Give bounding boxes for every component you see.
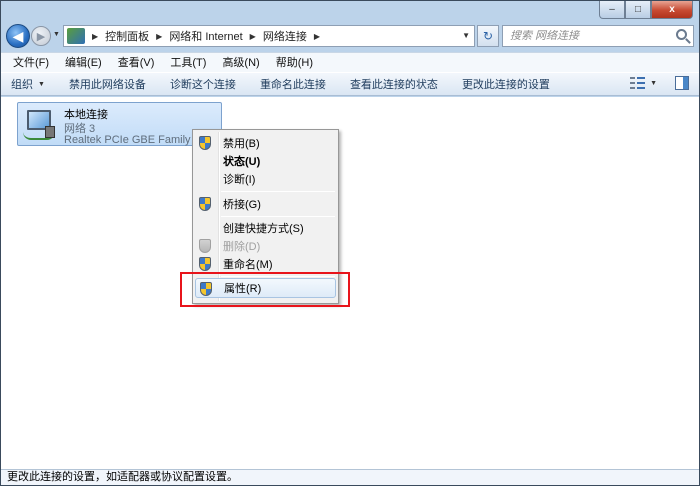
menu-advanced[interactable]: 高级(N) — [214, 53, 267, 73]
uac-shield-icon — [199, 136, 211, 150]
maximize-button[interactable]: □ — [625, 1, 651, 19]
connections-list: 本地连接 网络 3 Realtek PCIe GBE Family Contro… — [1, 97, 699, 469]
change-settings-button[interactable]: 更改此连接的设置 — [462, 76, 550, 92]
menu-help[interactable]: 帮助(H) — [268, 53, 321, 73]
ctx-rename-label: 重命名(M) — [223, 259, 273, 271]
refresh-icon: ↻ — [482, 29, 494, 43]
breadcrumb-control-panel[interactable]: 控制面板 — [105, 28, 149, 44]
organize-label: 组织 — [11, 79, 33, 91]
ctx-status-label: 状态(U) — [223, 156, 261, 168]
view-controls: ▼ — [630, 76, 689, 90]
forward-button[interactable]: ▶ — [31, 26, 51, 46]
ctx-disable-label: 禁用(B) — [223, 138, 260, 150]
ctx-separator — [221, 216, 335, 217]
breadcrumb-chevron-icon[interactable]: ▶ — [156, 32, 162, 41]
breadcrumb-chevron-icon[interactable]: ▶ — [92, 32, 98, 41]
menu-view[interactable]: 查看(V) — [110, 53, 163, 73]
preview-pane-icon[interactable] — [675, 76, 689, 90]
address-row: ◀ ▶ ▼ ▶ 控制面板 ▶ 网络和 Internet ▶ 网络连接 ▶ ▼ ↻ — [1, 21, 699, 51]
search-icon[interactable] — [676, 29, 687, 40]
disable-device-button[interactable]: 禁用此网络设备 — [69, 76, 146, 92]
breadcrumb-network-connections[interactable]: 网络连接 — [263, 28, 307, 44]
back-arrow-icon: ◀ — [12, 27, 24, 44]
minimize-button[interactable]: – — [599, 1, 625, 19]
rename-connection-button[interactable]: 重命名此连接 — [260, 76, 326, 92]
refresh-button[interactable]: ↻ — [477, 25, 499, 47]
control-panel-icon — [67, 28, 85, 44]
ctx-disable[interactable]: 禁用(B) — [195, 133, 336, 153]
ctx-delete-label: 删除(D) — [223, 241, 261, 253]
status-bar: 更改此连接的设置，如适配器或协议配置设置。 — [1, 469, 699, 485]
ctx-bridge[interactable]: 桥接(G) — [195, 194, 336, 214]
close-button[interactable]: x — [651, 1, 693, 19]
ctx-rename[interactable]: 重命名(M) — [195, 254, 336, 274]
menu-bar: 文件(F) 编辑(E) 查看(V) 工具(T) 高级(N) 帮助(H) — [1, 52, 699, 72]
ctx-diagnose-label: 诊断(I) — [223, 174, 256, 186]
search-input[interactable] — [510, 30, 676, 42]
menu-file[interactable]: 文件(F) — [5, 53, 57, 73]
window-controls: – □ x — [599, 1, 693, 19]
breadcrumb-network-internet[interactable]: 网络和 Internet — [169, 28, 242, 44]
ctx-delete: 删除(D) — [195, 236, 336, 256]
uac-shield-icon — [199, 239, 211, 253]
menu-edit[interactable]: 编辑(E) — [57, 53, 110, 73]
ctx-create-shortcut-label: 创建快捷方式(S) — [223, 223, 304, 235]
ctx-bridge-label: 桥接(G) — [223, 199, 261, 211]
uac-shield-icon — [199, 197, 211, 211]
change-view-icon[interactable] — [630, 76, 647, 90]
annotation-highlight-box — [180, 272, 350, 307]
forward-arrow-icon: ▶ — [36, 30, 46, 43]
organize-button[interactable]: 组织 ▼ — [11, 76, 45, 92]
breadcrumb-chevron-icon[interactable]: ▶ — [250, 32, 256, 41]
address-bar[interactable]: ▶ 控制面板 ▶ 网络和 Internet ▶ 网络连接 ▶ ▼ — [63, 25, 475, 47]
view-status-button[interactable]: 查看此连接的状态 — [350, 76, 438, 92]
command-bar: 组织 ▼ 禁用此网络设备 诊断这个连接 重命名此连接 查看此连接的状态 更改此连接… — [1, 72, 699, 96]
uac-shield-icon — [199, 257, 211, 271]
ctx-status[interactable]: 状态(U) — [195, 151, 336, 171]
network-adapter-icon — [23, 108, 57, 142]
caret-down-icon: ▼ — [38, 80, 45, 88]
back-button[interactable]: ◀ — [6, 24, 30, 48]
menu-tools[interactable]: 工具(T) — [162, 53, 214, 73]
ctx-separator — [221, 191, 335, 192]
breadcrumb-chevron-icon[interactable]: ▶ — [314, 32, 320, 41]
ctx-create-shortcut[interactable]: 创建快捷方式(S) — [195, 218, 336, 238]
network-connections-window: – □ x ◀ ▶ ▼ ▶ 控制面板 ▶ 网络和 Internet ▶ 网络连接… — [0, 0, 700, 486]
ctx-diagnose[interactable]: 诊断(I) — [195, 169, 336, 189]
view-options-dropdown-icon[interactable]: ▼ — [650, 80, 657, 87]
recent-pages-dropdown[interactable]: ▼ — [53, 31, 60, 38]
search-box[interactable] — [502, 25, 694, 47]
address-dropdown-icon[interactable]: ▼ — [462, 31, 470, 40]
diagnose-connection-button[interactable]: 诊断这个连接 — [170, 76, 236, 92]
